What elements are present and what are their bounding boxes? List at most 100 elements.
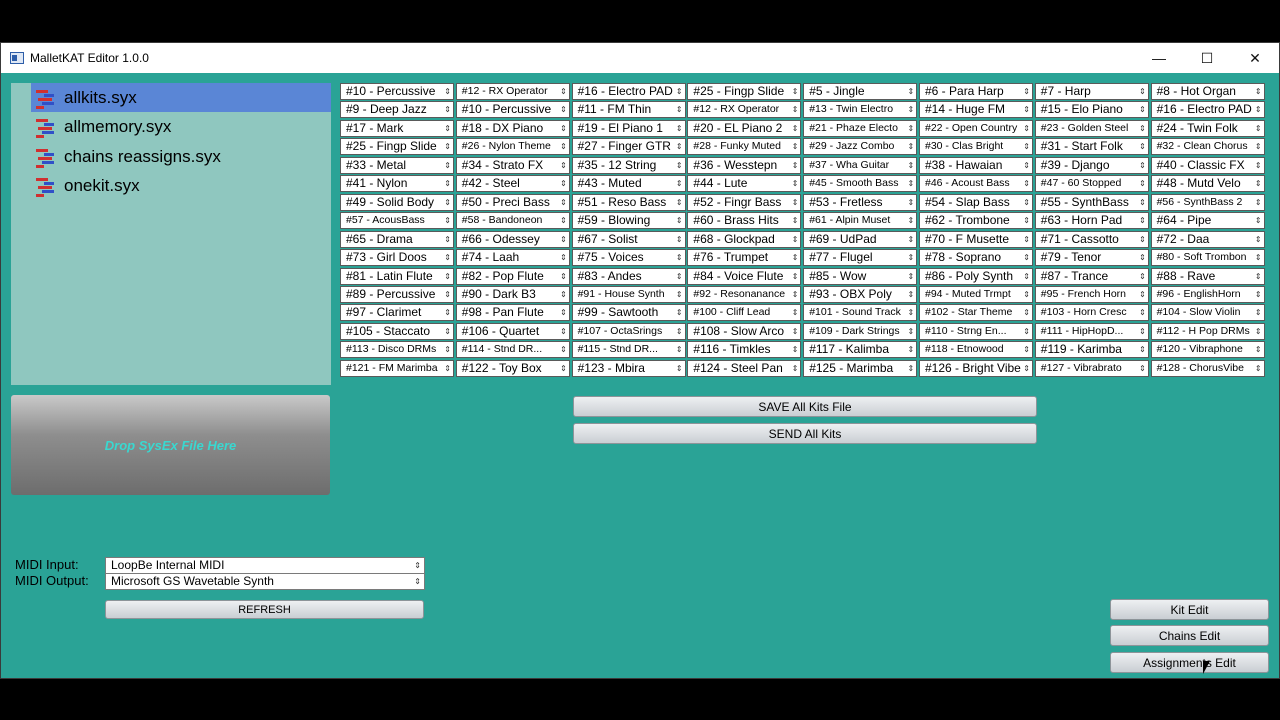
kit-select[interactable]: #39 - Django ⇕ [1034,156,1149,174]
kit-select[interactable]: #65 - Drama ⇕ [340,230,454,248]
kit-select[interactable]: #52 - Fingr Bass ⇕ [687,193,802,211]
kit-select[interactable]: #116 - Timkles ⇕ [687,341,802,359]
kit-select[interactable]: #126 - Bright Vibe ⇕ [919,359,1033,377]
kit-select[interactable]: #75 - Voices ⇕ [571,249,686,267]
kit-select[interactable]: #109 - Dark Strings ⇕ [803,322,918,340]
kit-select[interactable]: #56 - SynthBass 2 ⇕ [1150,193,1265,211]
kit-select[interactable]: #25 - Fingp Slide ⇕ [340,138,454,156]
kit-select[interactable]: #128 - ChorusVibe ⇕ [1150,359,1265,377]
kit-select[interactable]: #54 - Slap Bass ⇕ [919,193,1033,211]
kit-select[interactable]: #123 - Mbira ⇕ [571,359,686,377]
kit-select[interactable]: #115 - Stnd DR... ⇕ [571,341,686,359]
kit-select[interactable]: #82 - Pop Flute ⇕ [455,267,570,285]
kit-select[interactable]: #94 - Muted Trmpt ⇕ [919,285,1033,303]
kit-select[interactable]: #15 - Elo Piano ⇕ [1034,101,1149,119]
kit-select[interactable]: #76 - Trumpet ⇕ [687,249,802,267]
kit-select[interactable]: #110 - Strng En... ⇕ [919,322,1033,340]
kit-select[interactable]: #18 - DX Piano ⇕ [455,119,570,137]
kit-select[interactable]: #63 - Horn Pad ⇕ [1034,212,1149,230]
kit-select[interactable]: #114 - Stnd DR... ⇕ [455,341,570,359]
kit-select[interactable]: #19 - El Piano 1 ⇕ [571,119,686,137]
refresh-button[interactable]: REFRESH [105,600,424,619]
kit-select[interactable]: #10 - Percussive ⇕ [340,83,454,100]
kit-select[interactable]: #69 - UdPad ⇕ [803,230,918,248]
kit-select[interactable]: #71 - Cassotto ⇕ [1034,230,1149,248]
kit-select[interactable]: #31 - Start Folk ⇕ [1034,138,1149,156]
kit-select[interactable]: #85 - Wow ⇕ [803,267,918,285]
kit-select[interactable]: #100 - Cliff Lead ⇕ [687,304,802,322]
kit-select[interactable]: #28 - Funky Muted ⇕ [687,138,802,156]
kit-select[interactable]: #106 - Quartet ⇕ [455,322,570,340]
kit-select[interactable]: #113 - Disco DRMs ⇕ [340,341,454,359]
kit-select[interactable]: #30 - Clas Bright ⇕ [919,138,1033,156]
kit-select[interactable]: #81 - Latin Flute ⇕ [340,267,454,285]
kit-select[interactable]: #70 - F Musette ⇕ [919,230,1033,248]
kit-select[interactable]: #12 - RX Operator ⇕ [687,101,802,119]
kit-select[interactable]: #102 - Star Theme ⇕ [919,304,1033,322]
kit-select[interactable]: #44 - Lute ⇕ [687,175,802,193]
kit-select[interactable]: #78 - Soprano ⇕ [919,249,1033,267]
kit-select[interactable]: #118 - Etnowood ⇕ [919,341,1033,359]
sysex-drop-zone[interactable]: Drop SysEx File Here [11,395,330,495]
kit-select[interactable]: #101 - Sound Track ⇕ [803,304,918,322]
midi-output-select[interactable]: Microsoft GS Wavetable Synth ⇕ [105,573,425,590]
kit-select[interactable]: #16 - Electro PAD ⇕ [571,83,686,100]
midi-input-select[interactable]: LoopBe Internal MIDI ⇕ [105,557,425,574]
kit-select[interactable]: #103 - Horn Cresc ⇕ [1034,304,1149,322]
kit-select[interactable]: #38 - Hawaian ⇕ [919,156,1033,174]
kit-select[interactable]: #33 - Metal ⇕ [340,156,454,174]
kit-select[interactable]: #127 - Vibrabrato ⇕ [1034,359,1149,377]
chains-edit-button[interactable]: Chains Edit [1110,625,1269,646]
kit-select[interactable]: #66 - Odessey ⇕ [455,230,570,248]
kit-select[interactable]: #26 - Nylon Theme ⇕ [455,138,570,156]
kit-select[interactable]: #34 - Strato FX ⇕ [455,156,570,174]
kit-select[interactable]: #14 - Huge FM ⇕ [919,101,1033,119]
send-all-kits-button[interactable]: SEND All Kits [573,423,1037,444]
kit-select[interactable]: #112 - H Pop DRMs ⇕ [1150,322,1265,340]
kit-select[interactable]: #111 - HipHopD... ⇕ [1034,322,1149,340]
kit-select[interactable]: #88 - Rave ⇕ [1150,267,1265,285]
minimize-button[interactable]: — [1136,43,1182,73]
title-bar[interactable]: MalletKAT Editor 1.0.0 — ☐ ✕ [1,43,1279,73]
kit-select[interactable]: #41 - Nylon ⇕ [340,175,454,193]
kit-select[interactable]: #104 - Slow Violin ⇕ [1150,304,1265,322]
kit-select[interactable]: #36 - Wesstepn ⇕ [687,156,802,174]
kit-select[interactable]: #97 - Clarimet ⇕ [340,304,454,322]
kit-select[interactable]: #83 - Andes ⇕ [571,267,686,285]
kit-select[interactable]: #62 - Trombone ⇕ [919,212,1033,230]
kit-select[interactable]: #122 - Toy Box ⇕ [455,359,570,377]
kit-select[interactable]: #10 - Percussive ⇕ [455,101,570,119]
kit-select[interactable]: #77 - Flugel ⇕ [803,249,918,267]
kit-select[interactable]: #74 - Laah ⇕ [455,249,570,267]
kit-select[interactable]: #25 - Fingp Slide ⇕ [687,83,802,100]
kit-select[interactable]: #125 - Marimba ⇕ [803,359,918,377]
kit-select[interactable]: #105 - Staccato ⇕ [340,322,454,340]
kit-select[interactable]: #46 - Acoust Bass ⇕ [919,175,1033,193]
kit-select[interactable]: #58 - Bandoneon ⇕ [455,212,570,230]
kit-select[interactable]: #49 - Solid Body ⇕ [340,193,454,211]
kit-select[interactable]: #59 - Blowing ⇕ [571,212,686,230]
kit-select[interactable]: #7 - Harp ⇕ [1034,83,1149,100]
kit-select[interactable]: #8 - Hot Organ ⇕ [1150,83,1265,100]
kit-select[interactable]: #53 - Fretless ⇕ [803,193,918,211]
kit-select[interactable]: #32 - Clean Chorus ⇕ [1150,138,1265,156]
kit-select[interactable]: #29 - Jazz Combo ⇕ [803,138,918,156]
kit-select[interactable]: #55 - SynthBass ⇕ [1034,193,1149,211]
kit-select[interactable]: #20 - EL Piano 2 ⇕ [687,119,802,137]
kit-select[interactable]: #5 - Jingle ⇕ [803,83,918,100]
file-list[interactable]: allkits.syx allmemory.syx chains reassigns… [11,83,331,385]
kit-select[interactable]: #92 - Resonanance ⇕ [687,285,802,303]
kit-select[interactable]: #90 - Dark B3 ⇕ [455,285,570,303]
kit-select[interactable]: #79 - Tenor ⇕ [1034,249,1149,267]
kit-select[interactable]: #24 - Twin Folk ⇕ [1150,119,1265,137]
kit-select[interactable]: #87 - Trance ⇕ [1034,267,1149,285]
kit-select[interactable]: #37 - Wha Guitar ⇕ [803,156,918,174]
kit-select[interactable]: #27 - Finger GTR ⇕ [571,138,686,156]
file-item[interactable]: onekit.syx [31,172,331,201]
kit-select[interactable]: #84 - Voice Flute ⇕ [687,267,802,285]
kit-select[interactable]: #23 - Golden Steel ⇕ [1034,119,1149,137]
kit-select[interactable]: #11 - FM Thin ⇕ [571,101,686,119]
kit-select[interactable]: #107 - OctaSrings ⇕ [571,322,686,340]
file-item[interactable]: allkits.syx [31,83,331,112]
kit-select[interactable]: #108 - Slow Arco ⇕ [687,322,802,340]
